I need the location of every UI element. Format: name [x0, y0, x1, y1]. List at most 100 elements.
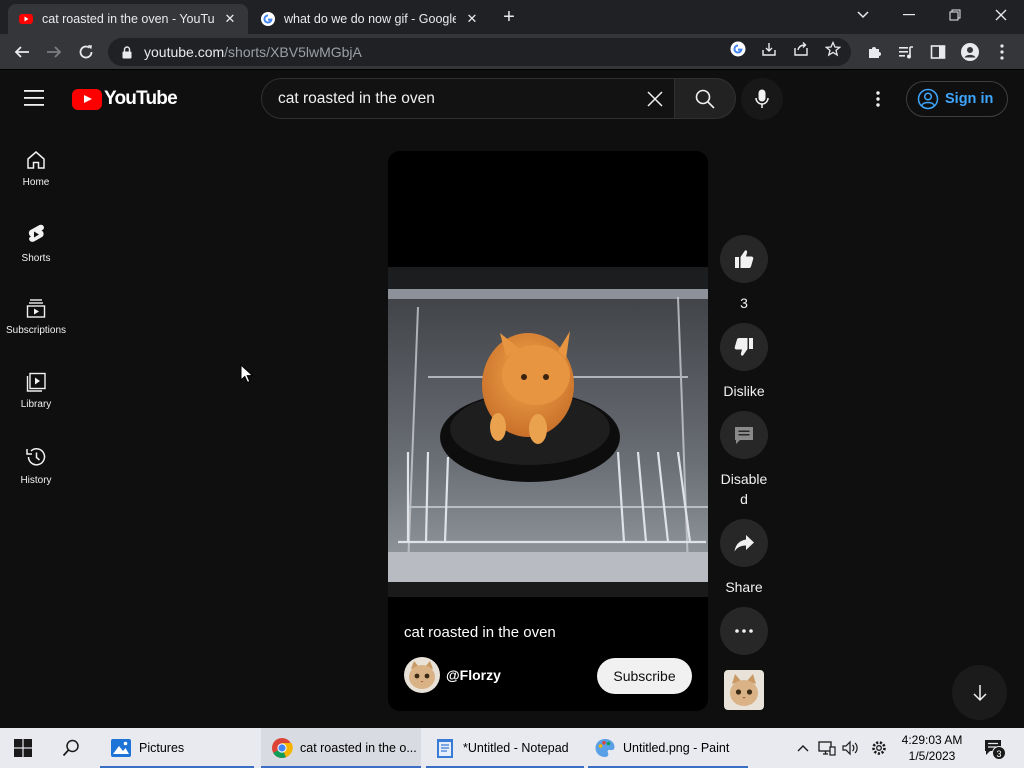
notification-center-icon[interactable]: 3	[982, 738, 1006, 760]
sidebar-item-label: Library	[20, 399, 52, 410]
google-lens-icon[interactable]	[729, 40, 747, 58]
like-button[interactable]	[720, 235, 768, 283]
video-frame-cat-in-oven[interactable]	[388, 267, 708, 597]
sign-in-button[interactable]: Sign in	[906, 81, 1008, 117]
windows-logo-icon	[14, 739, 32, 757]
youtube-logo[interactable]: YouTube	[72, 87, 178, 111]
clock-time: 4:29:03 AM	[901, 733, 963, 747]
lock-icon	[122, 45, 132, 58]
reload-icon[interactable]	[74, 40, 98, 64]
menu-hamburger-icon[interactable]	[24, 90, 48, 108]
subscribe-button[interactable]: Subscribe	[597, 658, 692, 694]
youtube-header: YouTube cat roasted in the oven Sign in	[0, 71, 1024, 127]
close-tab-icon[interactable]: ✕	[222, 11, 238, 27]
back-arrow-icon[interactable]	[10, 40, 34, 64]
minimize-window-icon[interactable]	[894, 4, 924, 26]
taskbar-item-label: Untitled.png - Paint	[623, 741, 730, 755]
like-count: 3	[740, 295, 748, 311]
dislike-label: Dislike	[723, 383, 765, 399]
taskbar-search-button[interactable]	[62, 728, 80, 768]
network-icon[interactable]	[817, 738, 837, 758]
more-horizontal-icon	[735, 629, 753, 633]
chrome-icon	[272, 738, 293, 758]
tab-title: cat roasted in the oven - YouTube	[42, 12, 214, 26]
sidebar-item-library[interactable]: Library	[0, 363, 72, 433]
browser-tab-google[interactable]: what do we do now gif - Google ✕	[250, 4, 490, 34]
channel-name[interactable]: @Florzy	[446, 667, 501, 683]
account-circle-icon	[917, 88, 939, 110]
thumbs-up-icon	[735, 250, 754, 268]
settings-more-icon[interactable]	[866, 87, 890, 111]
taskbar-item-chrome[interactable]: cat roasted in the o...	[261, 728, 421, 768]
share-button[interactable]	[720, 519, 768, 567]
sidebar-item-subscriptions[interactable]: Subscriptions	[0, 289, 72, 359]
sound-source-thumbnail[interactable]	[724, 670, 764, 710]
browser-tab-strip: cat roasted in the oven - YouTube ✕ what…	[0, 0, 1024, 34]
library-icon	[26, 372, 46, 392]
side-panel-icon[interactable]	[928, 42, 948, 62]
sidebar-item-home[interactable]: Home	[0, 141, 72, 211]
volume-icon[interactable]	[841, 738, 861, 758]
taskbar-item-label: cat roasted in the o...	[300, 741, 417, 755]
youtube-favicon-icon	[19, 14, 33, 24]
clear-search-icon[interactable]	[644, 88, 666, 110]
arrow-down-icon	[972, 684, 987, 701]
media-controls-icon[interactable]	[896, 42, 916, 62]
windows-taskbar: Pictures cat roasted in the o... *Untitl…	[0, 728, 1024, 768]
extensions-puzzle-icon[interactable]	[864, 42, 884, 62]
forward-arrow-icon[interactable]	[42, 40, 66, 64]
microphone-icon	[755, 89, 769, 108]
comment-icon	[735, 427, 753, 444]
taskbar-item-label: Pictures	[139, 741, 185, 755]
mouse-cursor-icon	[240, 364, 254, 384]
channel-avatar[interactable]	[404, 657, 440, 693]
taskbar-item-notepad[interactable]: *Untitled - Notepad	[426, 728, 584, 768]
next-short-button[interactable]	[952, 665, 1007, 720]
system-clock[interactable]: 4:29:03 AM 1/5/2023	[896, 732, 968, 764]
install-app-icon[interactable]	[760, 40, 778, 58]
taskbar-item-paint[interactable]: Untitled.png - Paint	[588, 728, 748, 768]
start-button[interactable]	[14, 728, 32, 768]
sidebar-item-shorts[interactable]: Shorts	[0, 215, 72, 285]
history-icon	[26, 448, 46, 466]
taskbar-item-label: *Untitled - Notepad	[463, 741, 569, 755]
search-box: cat roasted in the oven	[261, 78, 736, 119]
close-tab-icon[interactable]: ✕	[464, 11, 480, 27]
show-hidden-icons-chevron-icon[interactable]	[793, 738, 813, 758]
close-window-icon[interactable]	[986, 4, 1016, 26]
share-page-icon[interactable]	[792, 40, 810, 58]
comments-action: Disabled	[720, 411, 768, 509]
browser-toolbar: youtube.com/shorts/XBV5lwMGbjA	[0, 34, 1024, 70]
youtube-play-logo-icon	[72, 88, 102, 110]
subscriptions-icon	[26, 299, 46, 318]
thumbs-down-icon	[734, 338, 753, 356]
url-path: /shorts/XBV5lwMGbjA	[224, 44, 362, 60]
chrome-menu-icon[interactable]	[992, 42, 1012, 62]
search-icon	[62, 739, 79, 757]
dislike-button[interactable]	[720, 323, 768, 371]
short-title: cat roasted in the oven	[404, 624, 556, 641]
sidebar-item-history[interactable]: History	[0, 437, 72, 507]
search-input[interactable]: cat roasted in the oven	[278, 90, 435, 108]
home-icon	[27, 151, 45, 169]
restore-window-icon[interactable]	[940, 4, 970, 26]
browser-tab-youtube[interactable]: cat roasted in the oven - YouTube ✕	[8, 4, 248, 34]
voice-search-button[interactable]	[741, 78, 783, 120]
taskbar-item-pictures[interactable]: Pictures	[100, 728, 254, 768]
shorts-player[interactable]: cat roasted in the oven @Florzy Subscrib…	[388, 151, 708, 711]
notepad-icon	[437, 739, 453, 758]
more-options-button[interactable]	[720, 607, 768, 655]
search-icon	[695, 89, 715, 109]
settings-gear-icon[interactable]	[869, 738, 889, 758]
more-actions	[720, 607, 768, 655]
bookmark-star-icon[interactable]	[824, 40, 842, 58]
tab-search-chevron-icon[interactable]	[848, 4, 878, 26]
search-button[interactable]	[674, 78, 736, 119]
new-tab-button[interactable]: +	[499, 7, 519, 27]
comments-button[interactable]	[720, 411, 768, 459]
profile-avatar-icon[interactable]	[960, 42, 980, 62]
share-label: Share	[725, 579, 763, 595]
google-favicon-icon	[261, 12, 275, 26]
sidebar-item-label: Home	[22, 177, 50, 188]
sidebar-item-label: History	[20, 475, 52, 486]
